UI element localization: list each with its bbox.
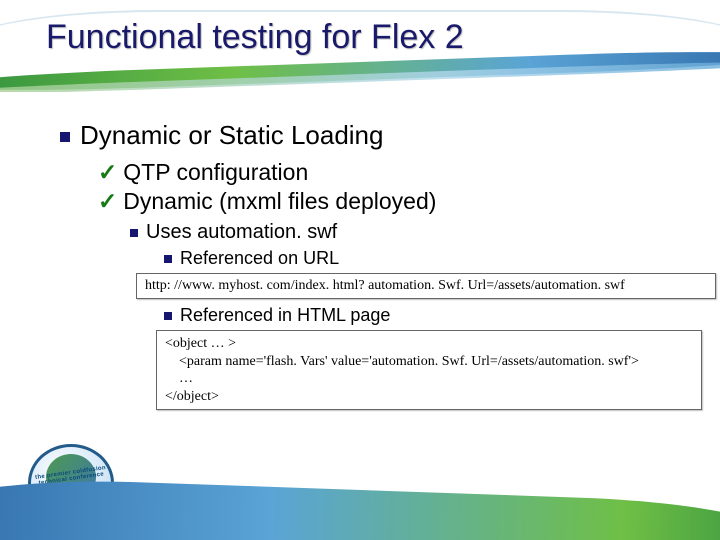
slide-title: Functional testing for Flex 2 <box>46 18 464 57</box>
square-bullet-icon <box>60 132 70 142</box>
html-code-box: <object … > <param name='flash. Vars' va… <box>156 330 702 410</box>
square-bullet-icon <box>164 312 172 320</box>
bullet-level3: Uses automation. swf <box>130 221 680 244</box>
bullet-level2: ✓Dynamic (mxml files deployed) <box>98 188 680 215</box>
slide-body: Dynamic or Static Loading ✓QTP configura… <box>60 112 680 416</box>
bullet-level1: Dynamic or Static Loading <box>60 120 680 151</box>
bullet-level4: Referenced in HTML page <box>164 305 680 326</box>
square-bullet-icon <box>164 255 172 263</box>
bullet-text: Referenced on URL <box>180 248 339 268</box>
slide: Functional testing for Flex 2 Dynamic or… <box>0 0 720 540</box>
bullet-level2: ✓QTP configuration <box>98 159 680 186</box>
bottom-decoration <box>0 450 720 540</box>
bullet-text: Dynamic or Static Loading <box>80 120 383 150</box>
bullet-text: Referenced in HTML page <box>180 305 390 325</box>
bullet-text: Dynamic (mxml files deployed) <box>123 188 436 214</box>
bullet-text: QTP configuration <box>123 159 308 185</box>
checkmark-icon: ✓ <box>98 188 117 214</box>
bullet-level4: Referenced on URL <box>164 248 680 269</box>
checkmark-icon: ✓ <box>98 159 117 185</box>
bullet-text: Uses automation. swf <box>146 221 337 243</box>
url-code-box: http: //www. myhost. com/index. html? au… <box>136 273 716 299</box>
square-bullet-icon <box>130 229 138 237</box>
